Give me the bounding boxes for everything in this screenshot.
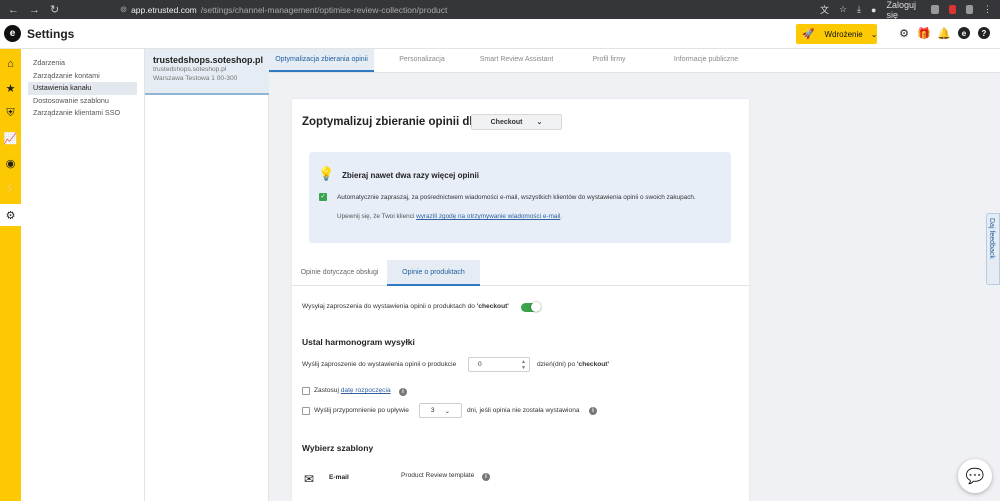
consent-link[interactable]: wyrazili zgodę na otrzymywanie wiadomośc…	[416, 213, 560, 220]
shop-card[interactable]: trustedshops.soteshop.pl trustedshops.so…	[145, 49, 269, 95]
extension-icon[interactable]	[948, 5, 956, 14]
submenu-item-accounts[interactable]: Zarządzanie kontami	[28, 70, 137, 83]
info-icon[interactable]: i	[589, 407, 597, 415]
home-icon[interactable]: ⌂	[4, 57, 17, 70]
login-label[interactable]: Zaloguj się	[886, 0, 921, 20]
gift-icon[interactable]: 🎁	[917, 27, 931, 40]
submenu-item-sso[interactable]: Zarządzanie klientami SSO	[28, 107, 137, 120]
schedule-heading: Ustal harmonogram wysyłki	[302, 337, 415, 347]
submenu-item-events[interactable]: Zdarzenia	[28, 57, 137, 70]
settings-submenu: Zdarzenia Zarządzanie kontami Ustawienia…	[21, 49, 145, 501]
info-heading: Zbieraj nawet dwa razy więcej opinii	[342, 171, 479, 180]
info-icon[interactable]: i	[399, 388, 407, 396]
download-icon[interactable]: ⤓	[857, 4, 861, 15]
send-invites-toggle[interactable]	[521, 302, 541, 312]
tab-personalisation[interactable]: Personalizacja	[387, 49, 457, 72]
settings-gear-icon[interactable]: ⚙	[0, 204, 21, 226]
account-icon[interactable]: e	[958, 27, 970, 39]
apply-start-date-label: Zastosuj datę rozpoczęcia	[314, 387, 391, 394]
start-date-link[interactable]: datę rozpoczęcia	[341, 387, 391, 394]
shield-icon[interactable]: ⛨	[4, 107, 17, 120]
template-channel: E-mail	[329, 474, 349, 481]
back-icon[interactable]: ←	[8, 4, 19, 16]
tab-product-reviews[interactable]: Opinie o produktach	[387, 260, 480, 286]
tab-smart-review-assistant[interactable]: Smart Review Assistant	[469, 49, 564, 72]
submenu-item-channel-settings[interactable]: Ustawienia kanału	[28, 82, 137, 95]
profile-icon[interactable]: ●	[871, 5, 876, 15]
info-icon[interactable]: i	[482, 473, 490, 481]
info-text: Automatycznie zapraszaj, za pośrednictwe…	[337, 194, 696, 201]
feedback-label: Daj feedback	[988, 218, 995, 259]
reminder-days-select[interactable]: 3 ⌄	[419, 403, 462, 418]
translate-icon[interactable]: 文	[820, 3, 829, 16]
event-select[interactable]: Checkout ⌄	[471, 114, 562, 130]
reminder-suffix: dni, jeśli opinia nie została wystawiona	[467, 407, 580, 414]
send-after-suffix: dzień(dni) po 'checkout'	[537, 361, 610, 368]
app-header: e Settings 🚀 Wdrożenie ⌄ ⚙ 🎁 🔔 e ? ⁙	[0, 19, 1000, 49]
reminder-label: Wyślij przypomnienie po upływie	[314, 407, 409, 414]
onboarding-button[interactable]: 🚀 Wdrożenie ⌄	[796, 24, 877, 44]
channel-tabs: Optymalizacja zbierania opinii Personali…	[269, 49, 1000, 73]
start-date-checkbox[interactable]	[302, 387, 310, 395]
tab-review-optimisation[interactable]: Optymalizacja zbierania opinii	[269, 49, 374, 72]
templates-heading: Wybierz szablony	[302, 443, 374, 453]
optimisation-card: Zoptymalizuj zbieranie opinii dla: Check…	[292, 99, 749, 501]
url-path: /settings/channel-management/optimise-re…	[200, 4, 448, 15]
template-name: Product Review template	[401, 472, 475, 479]
card-title: Zoptymalizuj zbieranie opinii dla:	[302, 116, 483, 128]
reload-icon[interactable]: ↻	[50, 3, 59, 16]
review-type-tabs: Opinie dotyczące obsługi Opinie o produk…	[292, 260, 749, 286]
left-rail: ⌂ ★ ⛨ 📈 ◉ ⚡ ⚙	[0, 49, 21, 501]
plug-icon[interactable]: ⚡	[4, 182, 18, 195]
page-title: Settings	[27, 26, 75, 41]
extension-icon[interactable]	[931, 5, 939, 14]
tab-company-profile[interactable]: Profil firmy	[579, 49, 639, 72]
bookmark-icon[interactable]: ☆	[839, 4, 847, 15]
coin-icon[interactable]: ◉	[4, 157, 17, 170]
shop-list-panel	[145, 95, 269, 501]
extension-icon[interactable]	[965, 5, 974, 14]
lightbulb-icon: 💡	[318, 166, 335, 181]
submenu-item-template[interactable]: Dostosowanie szablonu	[28, 95, 137, 108]
event-select-value: Checkout	[490, 118, 523, 126]
tab-public-info[interactable]: Informacje publiczne	[661, 49, 751, 72]
browser-toolbar: ← → ↻ ⊚ app.etrusted.com/settings/channe…	[0, 0, 1000, 20]
help-icon[interactable]: ?	[978, 27, 990, 39]
menu-icon[interactable]: ⋮	[983, 4, 992, 15]
chat-bubble-icon[interactable]: 💬	[958, 459, 992, 493]
etrusted-logo-icon[interactable]: e	[4, 25, 21, 42]
chevron-down-icon: ⌄	[444, 407, 451, 415]
url-host: app.etrusted.com	[131, 4, 197, 15]
feedback-tab[interactable]: Daj feedback	[986, 213, 1000, 285]
info-box: 💡 Zbieraj nawet dwa razy więcej opinii ✓…	[309, 152, 731, 243]
star-icon[interactable]: ★	[4, 82, 17, 95]
send-toggle-label: Wysyłaj zaproszenia do wystawienia opini…	[302, 303, 509, 310]
rocket-icon: 🚀	[802, 28, 815, 40]
shop-domain: trustedshops.soteshop.pl	[153, 66, 227, 73]
stepper-arrows-icon[interactable]: ▲ ▼	[521, 359, 526, 371]
send-after-label: Wyślij zaproszenie do wystawienia opinii…	[302, 361, 457, 368]
onboarding-label: Wdrożenie	[824, 29, 863, 39]
tab-service-reviews[interactable]: Opinie dotyczące obsługi	[292, 260, 387, 286]
chevron-down-icon: ⌄	[870, 29, 878, 39]
address-bar[interactable]: ⊚ app.etrusted.com/settings/channel-mana…	[120, 2, 820, 17]
info-note: Upewnij się, że Twoi klienci wyrazili zg…	[337, 213, 563, 220]
settings-cog-icon[interactable]: ⚙	[898, 27, 910, 40]
shop-address: Warszawa Testowa 1 00-300	[153, 75, 238, 82]
shop-name: trustedshops.soteshop.pl	[153, 55, 264, 65]
reminder-checkbox[interactable]	[302, 407, 310, 415]
chart-icon[interactable]: 📈	[4, 132, 18, 145]
forward-icon[interactable]: →	[29, 4, 40, 16]
email-icon: ✉	[304, 472, 315, 486]
chevron-down-icon: ⌄	[536, 119, 543, 126]
bell-icon[interactable]: 🔔	[937, 27, 951, 40]
days-after-input[interactable]: 0 ▲ ▼	[468, 357, 530, 372]
auto-invite-checkbox[interactable]: ✓	[319, 193, 327, 201]
site-info-icon[interactable]: ⊚	[120, 4, 127, 15]
